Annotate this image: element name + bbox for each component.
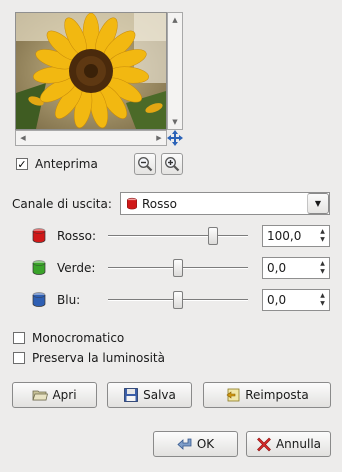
sunflower-image (16, 13, 166, 129)
preview-checkbox[interactable]: ✓ (16, 158, 28, 170)
preview-label: Anteprima (35, 157, 98, 171)
spin-arrows-icon[interactable]: ▲ ▼ (316, 226, 329, 246)
preview-toggle[interactable]: ✓ Anteprima (16, 157, 98, 171)
green-channel-icon (30, 259, 48, 277)
red-value: 100,0 (267, 229, 302, 243)
zoom-out-button[interactable] (134, 153, 156, 175)
reset-button[interactable]: Reimposta (203, 382, 331, 408)
zoom-in-button[interactable] (161, 153, 183, 175)
red-channel-label: Rosso: (57, 229, 97, 243)
monochrome-checkbox[interactable] (13, 332, 25, 344)
save-button[interactable]: Salva (107, 382, 192, 408)
red-channel-icon (30, 227, 48, 245)
chevron-down-icon[interactable]: ▼ (307, 193, 329, 214)
scroll-up-icon[interactable]: ▲ (168, 13, 182, 27)
blue-slider-handle[interactable] (173, 291, 183, 309)
blue-value-spinbutton[interactable]: 0,0 ▲ ▼ (262, 289, 330, 311)
red-slider-handle[interactable] (208, 227, 218, 245)
blue-channel-label: Blu: (57, 293, 81, 307)
green-slider-handle[interactable] (173, 259, 183, 277)
preserve-luminosity-option[interactable]: Preserva la luminosità (13, 351, 165, 365)
green-value-spinbutton[interactable]: 0,0 ▲ ▼ (262, 257, 330, 279)
blue-channel-icon (30, 291, 48, 309)
scroll-right-icon[interactable]: ▶ (152, 131, 166, 145)
red-value-spinbutton[interactable]: 100,0 ▲ ▼ (262, 225, 330, 247)
cancel-x-icon (257, 437, 271, 452)
open-button[interactable]: Apri (12, 382, 97, 408)
green-channel-label: Verde: (57, 261, 96, 275)
spin-arrows-icon[interactable]: ▲ ▼ (316, 290, 329, 310)
green-value: 0,0 (267, 261, 287, 275)
blue-value: 0,0 (267, 293, 287, 307)
monochrome-label: Monocromatico (32, 331, 125, 345)
output-channel-value: Rosso (142, 196, 177, 211)
folder-icon (32, 390, 49, 401)
spin-arrows-icon[interactable]: ▲ ▼ (316, 258, 329, 278)
ok-button[interactable]: OK (153, 431, 238, 457)
preserve-luminosity-label: Preserva la luminosità (32, 351, 165, 365)
preserve-luminosity-checkbox[interactable] (13, 352, 25, 364)
scroll-left-icon[interactable]: ◀ (16, 131, 30, 145)
red-slider-track[interactable] (108, 235, 248, 237)
navigate-icon[interactable] (167, 130, 183, 146)
scroll-down-icon[interactable]: ▼ (168, 115, 182, 129)
output-channel-label: Canale di uscita: (12, 197, 112, 211)
zoom-out-icon (138, 157, 153, 172)
image-preview[interactable] (15, 12, 167, 130)
ok-arrow-icon (177, 438, 192, 450)
red-channel-icon (127, 197, 137, 209)
cancel-button[interactable]: Annulla (246, 431, 331, 457)
reset-icon (226, 388, 240, 402)
floppy-icon (124, 388, 139, 402)
preview-horizontal-scrollbar[interactable]: ◀ ▶ (15, 130, 167, 146)
zoom-in-icon (165, 157, 180, 172)
preview-vertical-scrollbar[interactable]: ▲ ▼ (167, 12, 183, 130)
monochrome-option[interactable]: Monocromatico (13, 331, 124, 345)
output-channel-combo[interactable]: Rosso ▼ (120, 192, 330, 215)
